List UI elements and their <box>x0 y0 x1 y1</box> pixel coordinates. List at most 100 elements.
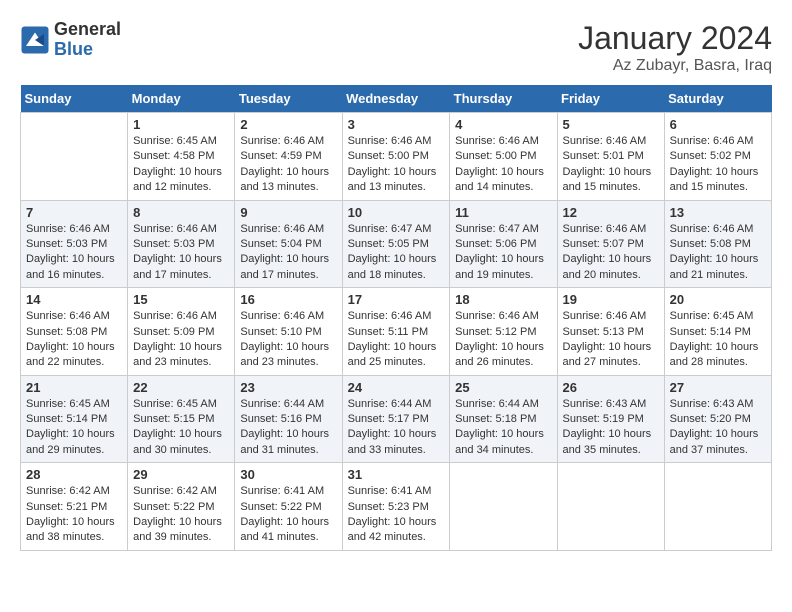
cell-w0-d3: 3 Sunrise: 6:46 AMSunset: 5:00 PMDaylight… <box>342 113 450 201</box>
day-info: Sunrise: 6:41 AMSunset: 5:22 PMDaylight:… <box>240 484 336 546</box>
logo-text: General Blue <box>54 20 121 60</box>
day-info: Sunrise: 6:42 AMSunset: 5:21 PMDaylight:… <box>26 484 122 546</box>
day-info: Sunrise: 6:46 AMSunset: 5:01 PMDaylight:… <box>563 134 659 196</box>
cell-w2-d4: 18 Sunrise: 6:46 AMSunset: 5:12 PMDayligh… <box>450 288 557 376</box>
cell-w4-d1: 29Sunrise: 6:42 AMSunset: 5:22 PMDayligh… <box>128 463 235 551</box>
day-number: 21 <box>26 380 122 395</box>
week-row-1: 7 Sunrise: 6:46 AMSunset: 5:03 PMDaylight… <box>21 200 772 288</box>
header-sunday: Sunday <box>21 85 128 113</box>
day-number: 18 <box>455 292 551 307</box>
header-monday: Monday <box>128 85 235 113</box>
day-number: 11 <box>455 205 551 220</box>
header-row: Sunday Monday Tuesday Wednesday Thursday… <box>21 85 772 113</box>
cell-w1-d2: 9Sunrise: 6:46 AMSunset: 5:04 PMDaylight… <box>235 200 342 288</box>
day-info: Sunrise: 6:47 AMSunset: 5:05 PMDaylight:… <box>348 222 445 284</box>
cell-w4-d0: 28 Sunrise: 6:42 AMSunset: 5:21 PMDayligh… <box>21 463 128 551</box>
day-info: Sunrise: 6:46 AMSunset: 5:08 PMDaylight:… <box>670 222 766 284</box>
day-number: 25 <box>455 380 551 395</box>
cell-w3-d3: 24Sunrise: 6:44 AMSunset: 5:17 PMDayligh… <box>342 375 450 463</box>
calendar-header: Sunday Monday Tuesday Wednesday Thursday… <box>21 85 772 113</box>
cell-w0-d4: 4 Sunrise: 6:46 AMSunset: 5:00 PMDaylight… <box>450 113 557 201</box>
header-tuesday: Tuesday <box>235 85 342 113</box>
day-number: 26 <box>563 380 659 395</box>
cell-w4-d3: 31 Sunrise: 6:41 AMSunset: 5:23 PMDayligh… <box>342 463 450 551</box>
day-number: 14 <box>26 292 122 307</box>
cell-w0-d2: 2 Sunrise: 6:46 AMSunset: 4:59 PMDaylight… <box>235 113 342 201</box>
day-number: 5 <box>563 117 659 132</box>
day-number: 23 <box>240 380 336 395</box>
header-friday: Friday <box>557 85 664 113</box>
cell-w4-d6 <box>664 463 771 551</box>
day-info: Sunrise: 6:44 AMSunset: 5:16 PMDaylight:… <box>240 397 336 459</box>
calendar-title: January 2024 <box>578 20 772 57</box>
day-number: 2 <box>240 117 336 132</box>
day-number: 31 <box>348 467 445 482</box>
cell-w2-d2: 16 Sunrise: 6:46 AMSunset: 5:10 PMDayligh… <box>235 288 342 376</box>
cell-w2-d0: 14 Sunrise: 6:46 AMSunset: 5:08 PMDayligh… <box>21 288 128 376</box>
day-number: 12 <box>563 205 659 220</box>
cell-w3-d4: 25 Sunrise: 6:44 AMSunset: 5:18 PMDayligh… <box>450 375 557 463</box>
cell-w1-d6: 13 Sunrise: 6:46 AMSunset: 5:08 PMDayligh… <box>664 200 771 288</box>
header-thursday: Thursday <box>450 85 557 113</box>
cell-w4-d4 <box>450 463 557 551</box>
day-number: 24 <box>348 380 445 395</box>
day-number: 16 <box>240 292 336 307</box>
day-number: 28 <box>26 467 122 482</box>
day-number: 29 <box>133 467 229 482</box>
day-info: Sunrise: 6:47 AMSunset: 5:06 PMDaylight:… <box>455 222 551 284</box>
cell-w2-d5: 19Sunrise: 6:46 AMSunset: 5:13 PMDayligh… <box>557 288 664 376</box>
cell-w0-d5: 5 Sunrise: 6:46 AMSunset: 5:01 PMDaylight… <box>557 113 664 201</box>
day-number: 4 <box>455 117 551 132</box>
header-wednesday: Wednesday <box>342 85 450 113</box>
logo-general: General <box>54 20 121 40</box>
cell-w1-d5: 12Sunrise: 6:46 AMSunset: 5:07 PMDayligh… <box>557 200 664 288</box>
day-info: Sunrise: 6:45 AMSunset: 5:15 PMDaylight:… <box>133 397 229 459</box>
day-info: Sunrise: 6:45 AMSunset: 4:58 PMDaylight:… <box>133 134 229 196</box>
day-number: 15 <box>133 292 229 307</box>
day-number: 9 <box>240 205 336 220</box>
cell-w1-d4: 11 Sunrise: 6:47 AMSunset: 5:06 PMDayligh… <box>450 200 557 288</box>
cell-w0-d6: 6Sunrise: 6:46 AMSunset: 5:02 PMDaylight… <box>664 113 771 201</box>
cell-w1-d1: 8 Sunrise: 6:46 AMSunset: 5:03 PMDaylight… <box>128 200 235 288</box>
day-info: Sunrise: 6:46 AMSunset: 5:03 PMDaylight:… <box>133 222 229 284</box>
page-header: General Blue January 2024 Az Zubayr, Bas… <box>20 20 772 75</box>
calendar-subtitle: Az Zubayr, Basra, Iraq <box>578 57 772 75</box>
cell-w2-d3: 17 Sunrise: 6:46 AMSunset: 5:11 PMDayligh… <box>342 288 450 376</box>
cell-w3-d6: 27Sunrise: 6:43 AMSunset: 5:20 PMDayligh… <box>664 375 771 463</box>
cell-w3-d1: 22 Sunrise: 6:45 AMSunset: 5:15 PMDayligh… <box>128 375 235 463</box>
day-number: 27 <box>670 380 766 395</box>
day-number: 6 <box>670 117 766 132</box>
day-number: 19 <box>563 292 659 307</box>
cell-w4-d2: 30 Sunrise: 6:41 AMSunset: 5:22 PMDayligh… <box>235 463 342 551</box>
day-number: 13 <box>670 205 766 220</box>
cell-w2-d1: 15Sunrise: 6:46 AMSunset: 5:09 PMDayligh… <box>128 288 235 376</box>
day-info: Sunrise: 6:43 AMSunset: 5:19 PMDaylight:… <box>563 397 659 459</box>
header-saturday: Saturday <box>664 85 771 113</box>
day-info: Sunrise: 6:46 AMSunset: 5:00 PMDaylight:… <box>455 134 551 196</box>
cell-w1-d3: 10 Sunrise: 6:47 AMSunset: 5:05 PMDayligh… <box>342 200 450 288</box>
cell-w2-d6: 20 Sunrise: 6:45 AMSunset: 5:14 PMDayligh… <box>664 288 771 376</box>
day-info: Sunrise: 6:46 AMSunset: 5:00 PMDaylight:… <box>348 134 445 196</box>
day-number: 30 <box>240 467 336 482</box>
day-info: Sunrise: 6:46 AMSunset: 5:12 PMDaylight:… <box>455 309 551 371</box>
day-number: 8 <box>133 205 229 220</box>
day-info: Sunrise: 6:41 AMSunset: 5:23 PMDaylight:… <box>348 484 445 546</box>
day-number: 10 <box>348 205 445 220</box>
day-info: Sunrise: 6:46 AMSunset: 5:03 PMDaylight:… <box>26 222 122 284</box>
week-row-3: 21Sunrise: 6:45 AMSunset: 5:14 PMDayligh… <box>21 375 772 463</box>
logo-icon <box>20 25 50 55</box>
day-info: Sunrise: 6:46 AMSunset: 5:10 PMDaylight:… <box>240 309 336 371</box>
day-info: Sunrise: 6:46 AMSunset: 5:11 PMDaylight:… <box>348 309 445 371</box>
day-number: 7 <box>26 205 122 220</box>
logo: General Blue <box>20 20 121 60</box>
day-info: Sunrise: 6:46 AMSunset: 5:08 PMDaylight:… <box>26 309 122 371</box>
day-number: 3 <box>348 117 445 132</box>
day-number: 1 <box>133 117 229 132</box>
day-info: Sunrise: 6:44 AMSunset: 5:18 PMDaylight:… <box>455 397 551 459</box>
cell-w0-d1: 1 Sunrise: 6:45 AMSunset: 4:58 PMDaylight… <box>128 113 235 201</box>
day-info: Sunrise: 6:45 AMSunset: 5:14 PMDaylight:… <box>670 309 766 371</box>
day-info: Sunrise: 6:46 AMSunset: 4:59 PMDaylight:… <box>240 134 336 196</box>
day-number: 22 <box>133 380 229 395</box>
day-number: 17 <box>348 292 445 307</box>
day-number: 20 <box>670 292 766 307</box>
